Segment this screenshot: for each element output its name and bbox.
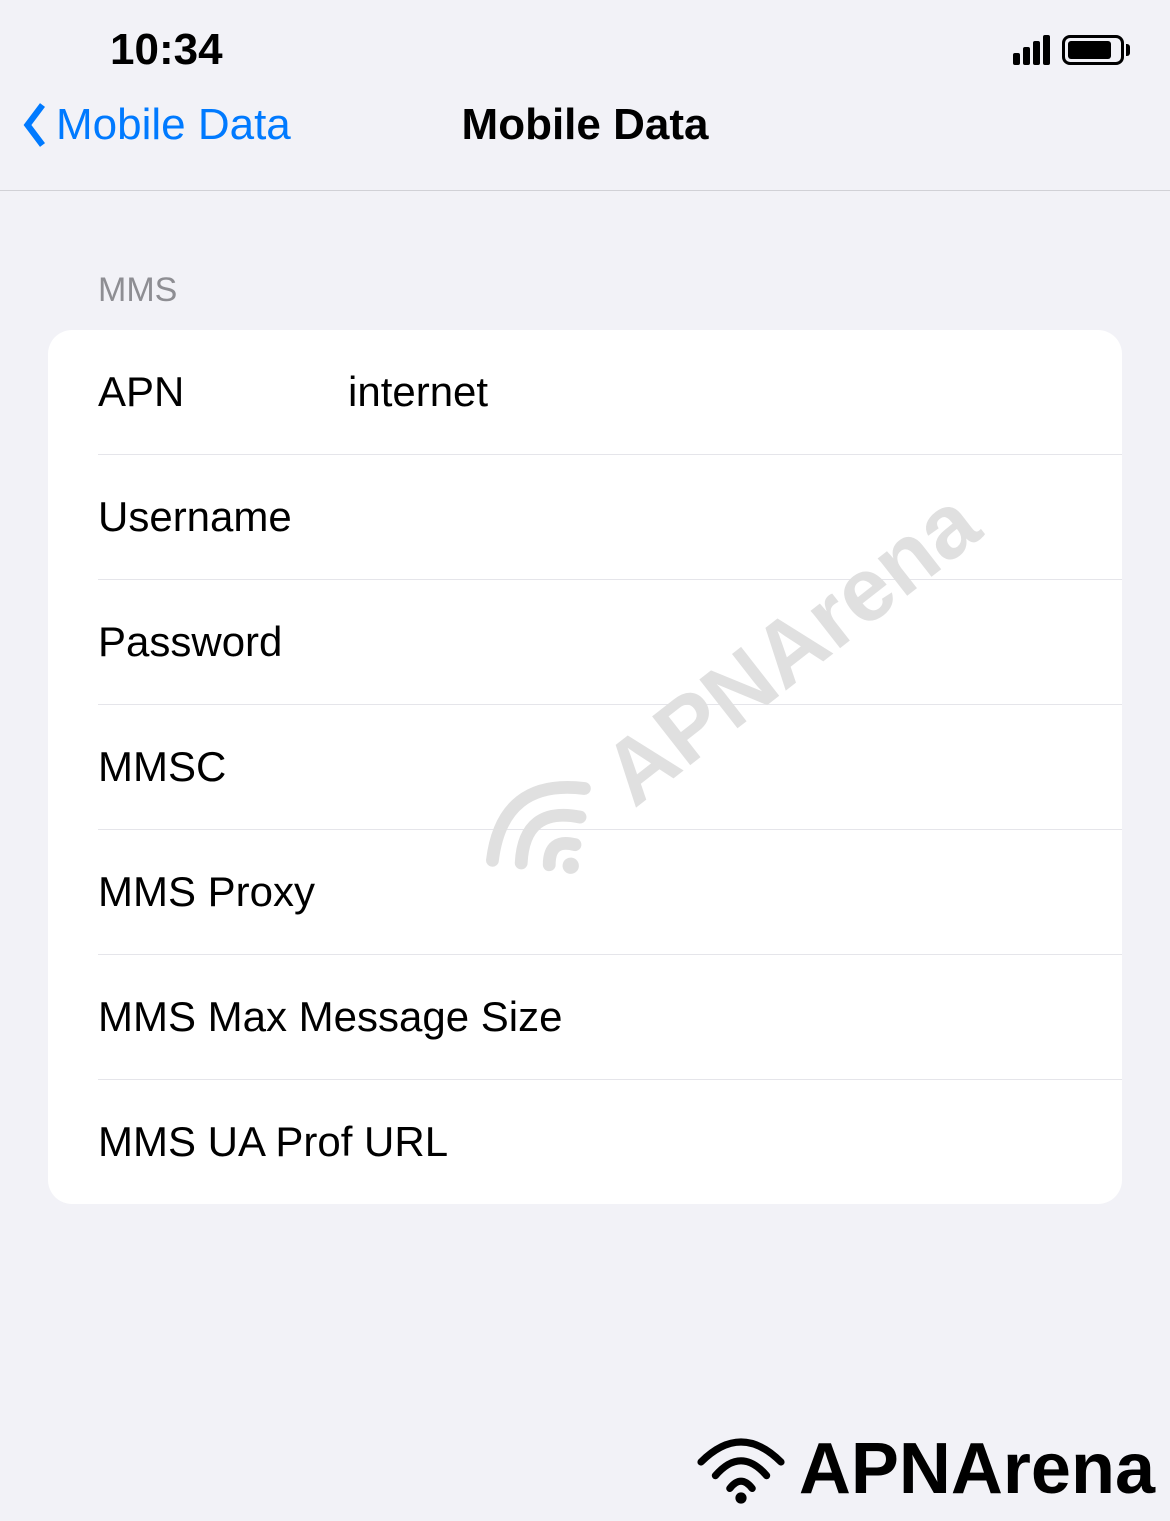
mmsc-label: MMSC (98, 743, 348, 791)
footer-logo: APNArena (691, 1426, 1155, 1511)
username-label: Username (98, 493, 348, 541)
mms-proxy-label: MMS Proxy (98, 868, 315, 916)
username-field[interactable] (348, 493, 1122, 541)
mms-ua-prof-field[interactable] (448, 1118, 1122, 1166)
status-bar: 10:34 (0, 0, 1170, 90)
apn-field[interactable] (348, 368, 1122, 416)
password-label: Password (98, 618, 348, 666)
chevron-left-icon (20, 100, 50, 150)
mms-ua-prof-label: MMS UA Prof URL (98, 1118, 448, 1166)
wifi-icon (691, 1426, 791, 1511)
password-field[interactable] (348, 618, 1122, 666)
page-title: Mobile Data (462, 100, 709, 150)
footer-logo-text: APNArena (799, 1428, 1155, 1510)
battery-icon (1062, 35, 1130, 65)
settings-group: APN Username Password MMSC MMS Proxy MMS… (48, 330, 1122, 1204)
apn-label: APN (98, 368, 348, 416)
mmsc-field[interactable] (348, 743, 1122, 791)
mms-max-size-label: MMS Max Message Size (98, 993, 562, 1041)
back-button[interactable]: Mobile Data (20, 100, 291, 150)
mms-max-size-field[interactable] (562, 993, 1122, 1041)
status-icons (1013, 35, 1130, 65)
back-label: Mobile Data (56, 100, 291, 150)
status-time: 10:34 (110, 25, 223, 75)
signal-icon (1013, 35, 1050, 65)
mms-proxy-field[interactable] (315, 868, 1122, 916)
nav-bar: Mobile Data Mobile Data (0, 90, 1170, 191)
section-header: MMS (98, 271, 1120, 310)
